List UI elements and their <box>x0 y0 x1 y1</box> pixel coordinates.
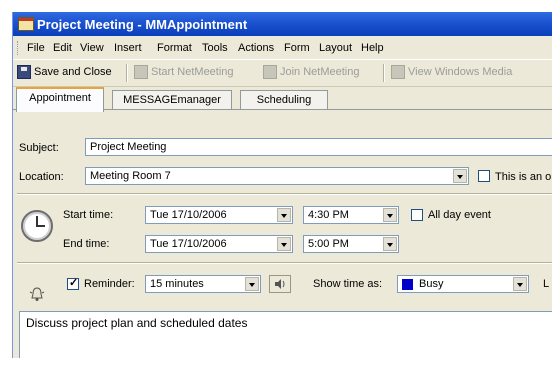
online-meeting-checkbox[interactable] <box>478 170 490 182</box>
show-time-as-label: Show time as: <box>313 278 383 290</box>
start-time-combo[interactable]: 4:30 PM <box>303 206 399 224</box>
appointment-window: Project Meeting - MMAppointment File Edi… <box>12 12 552 358</box>
all-day-event-checkbox[interactable] <box>411 209 423 221</box>
menu-view[interactable]: View <box>80 42 104 54</box>
subject-field[interactable]: Project Meeting <box>85 138 552 156</box>
chevron-down-icon[interactable] <box>383 208 397 222</box>
location-combo[interactable]: Meeting Room 7 <box>85 167 469 185</box>
chevron-down-icon[interactable] <box>513 277 527 291</box>
chevron-down-icon[interactable] <box>383 237 397 251</box>
clock-hand <box>36 225 45 227</box>
end-time-label: End time: <box>63 238 110 250</box>
view-windows-media-button[interactable]: View Windows Media <box>391 65 512 81</box>
menu-tools[interactable]: Tools <box>202 42 228 54</box>
menu-bar: File Edit View Insert Format Tools Actio… <box>13 37 552 59</box>
end-time-combo[interactable]: 5:00 PM <box>303 235 399 253</box>
chevron-down-icon[interactable] <box>245 277 259 291</box>
section-divider <box>17 262 552 264</box>
start-time-value: 4:30 PM <box>308 209 349 221</box>
tab-scheduling[interactable]: Scheduling <box>240 90 328 110</box>
menu-file[interactable]: File <box>27 42 45 54</box>
media-icon <box>391 65 405 79</box>
location-label: Location: <box>19 171 64 183</box>
show-time-as-combo[interactable]: Busy <box>397 275 529 293</box>
netmeeting-icon <box>263 65 277 79</box>
start-date-combo[interactable]: Tue 17/10/2006 <box>145 206 293 224</box>
netmeeting-icon <box>134 65 148 79</box>
speaker-icon[interactable] <box>269 275 291 293</box>
menu-actions[interactable]: Actions <box>238 42 274 54</box>
menu-insert[interactable]: Insert <box>114 42 142 54</box>
start-time-label: Start time: <box>63 209 114 221</box>
start-date-value: Tue 17/10/2006 <box>150 209 227 221</box>
all-day-event-label: All day event <box>428 209 491 221</box>
appointment-icon <box>18 17 34 31</box>
menu-form[interactable]: Form <box>284 42 310 54</box>
start-netmeeting-button[interactable]: Start NetMeeting <box>134 65 234 81</box>
window-title: Project Meeting - MMAppointment <box>37 17 248 32</box>
reminder-bell-icon <box>29 287 45 301</box>
menu-edit[interactable]: Edit <box>53 42 72 54</box>
tab-messagemanager[interactable]: MESSAGEmanager <box>112 90 232 110</box>
end-date-value: Tue 17/10/2006 <box>150 238 227 250</box>
clock-icon <box>21 210 53 242</box>
chevron-down-icon[interactable] <box>453 169 467 183</box>
location-value: Meeting Room 7 <box>90 170 171 182</box>
chevron-down-icon[interactable] <box>277 208 291 222</box>
tab-strip: Appointment MESSAGEmanager Scheduling <box>13 86 552 112</box>
menu-help[interactable]: Help <box>361 42 384 54</box>
toolbar-separator <box>126 64 128 82</box>
online-meeting-label: This is an o <box>495 171 552 183</box>
reminder-label: Reminder: <box>84 278 135 290</box>
menu-format[interactable]: Format <box>157 42 192 54</box>
menu-grip[interactable] <box>17 41 21 55</box>
show-time-as-value: Busy <box>402 278 443 290</box>
toolbar: Save and Close Start NetMeeting Join Net… <box>13 59 552 87</box>
reminder-checkbox[interactable] <box>67 276 79 290</box>
tab-appointment[interactable]: Appointment <box>16 87 104 112</box>
end-date-combo[interactable]: Tue 17/10/2006 <box>145 235 293 253</box>
save-and-close-button[interactable]: Save and Close <box>17 65 112 81</box>
busy-color-swatch <box>402 278 413 290</box>
menu-layout[interactable]: Layout <box>319 42 352 54</box>
section-divider <box>17 193 552 195</box>
reminder-combo[interactable]: 15 minutes <box>145 275 261 293</box>
join-netmeeting-button[interactable]: Join NetMeeting <box>263 65 360 81</box>
end-time-value: 5:00 PM <box>308 238 349 250</box>
save-icon <box>17 65 31 79</box>
reminder-value: 15 minutes <box>150 278 204 290</box>
chevron-down-icon[interactable] <box>277 237 291 251</box>
notes-body[interactable]: Discuss project plan and scheduled dates <box>19 311 552 358</box>
label-field-truncated: L <box>543 278 550 290</box>
title-bar[interactable]: Project Meeting - MMAppointment <box>13 12 552 36</box>
toolbar-separator <box>383 64 385 82</box>
subject-label: Subject: <box>19 142 59 154</box>
